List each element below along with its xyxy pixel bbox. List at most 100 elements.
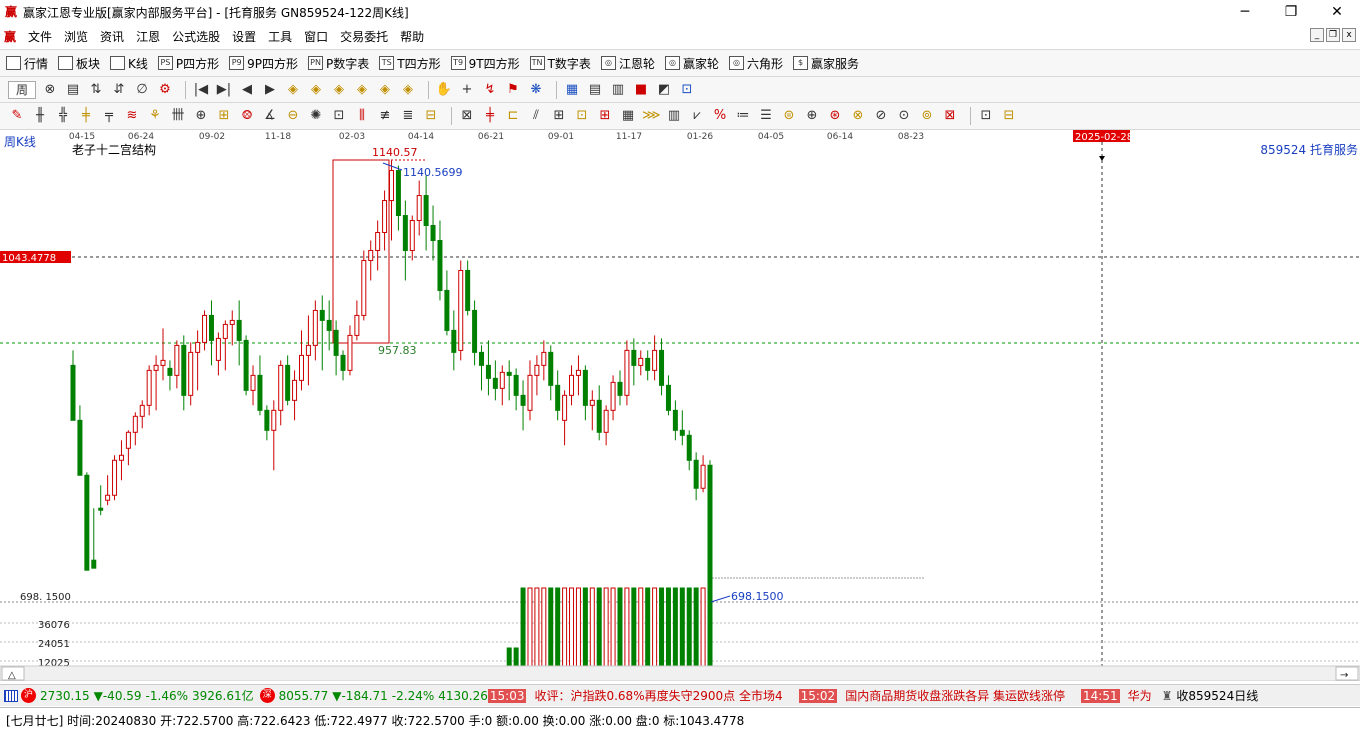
tool-icon-24[interactable]: ■ bbox=[632, 81, 650, 99]
menu-tools[interactable]: 工具 bbox=[262, 28, 298, 45]
sh-badge[interactable]: 沪 bbox=[21, 688, 36, 703]
indicator-icon-14[interactable]: ⊡ bbox=[330, 107, 348, 125]
news-item-3[interactable]: 华为 bbox=[1128, 687, 1152, 704]
indicator-icon-22[interactable]: ⫽ bbox=[527, 107, 545, 125]
indicator-icon-16[interactable]: ≢ bbox=[376, 107, 394, 125]
indicator-icon-27[interactable]: ⋙ bbox=[642, 107, 661, 125]
kline-chart[interactable]: 04-15 06-24 09-02 11-18 02-03 04-14 06-21 09-01… bbox=[0, 130, 1360, 682]
indicator-icon-10[interactable]: ⨷ bbox=[238, 107, 256, 125]
indicator-icon-24[interactable]: ⊡ bbox=[573, 107, 591, 125]
toolbar-item-10[interactable]: ◎ 赢家轮 bbox=[664, 55, 719, 72]
indicator-icon-8[interactable]: ⊕ bbox=[192, 107, 210, 125]
menu-logo-icon[interactable]: 赢 bbox=[4, 28, 16, 45]
menu-window[interactable]: 窗口 bbox=[298, 28, 334, 45]
menu-formula[interactable]: 公式选股 bbox=[166, 28, 226, 45]
menu-settings[interactable]: 设置 bbox=[226, 28, 262, 45]
toolbar-item-4[interactable]: P9 9P四方形 bbox=[229, 55, 298, 72]
mdi-close-button[interactable]: x bbox=[1342, 28, 1356, 42]
indicator-icon-31[interactable]: ≔ bbox=[734, 107, 752, 125]
indicator-icon-18[interactable]: ⊟ bbox=[422, 107, 440, 125]
indicator-icon-12[interactable]: ⊖ bbox=[284, 107, 302, 125]
tool-icon-26[interactable]: ⊡ bbox=[678, 81, 696, 99]
indicator-icon-7[interactable]: 卌 bbox=[169, 107, 187, 125]
tool-icon-16[interactable]: ✋ bbox=[435, 81, 453, 99]
tool-icon-13[interactable]: ◈ bbox=[353, 81, 371, 99]
toolbar-item-7[interactable]: T9 9T四方形 bbox=[450, 55, 520, 72]
indicator-icon-19[interactable]: ⊠ bbox=[458, 107, 476, 125]
toolbar-item-6[interactable]: TS T四方形 bbox=[379, 55, 441, 72]
indicator-icon-41[interactable]: ⊡ bbox=[977, 107, 995, 125]
toolbar-item-9[interactable]: ◎ 江恩轮 bbox=[600, 55, 655, 72]
menu-browse[interactable]: 浏览 bbox=[58, 28, 94, 45]
menu-help[interactable]: 帮助 bbox=[394, 28, 430, 45]
indicator-icon-25[interactable]: ⊞ bbox=[596, 107, 614, 125]
tool-icon-8[interactable]: ◀ bbox=[238, 81, 256, 99]
toolbar-item-3[interactable]: PS P四方形 bbox=[157, 55, 219, 72]
tool-icon-14[interactable]: ◈ bbox=[376, 81, 394, 99]
tool-icon-0[interactable]: ⊗ bbox=[41, 81, 59, 99]
news-item-1[interactable]: 收评：沪指跌0.68%再度失守2900点 全市场4 bbox=[534, 687, 782, 704]
indicator-icon-23[interactable]: ⊞ bbox=[550, 107, 568, 125]
menu-gann[interactable]: 江恩 bbox=[130, 28, 166, 45]
tool-icon-21[interactable]: ▦ bbox=[563, 81, 581, 99]
indicator-icon-36[interactable]: ⊗ bbox=[849, 107, 867, 125]
indicator-icon-4[interactable]: ╤ bbox=[100, 107, 118, 125]
tool-icon-25[interactable]: ◩ bbox=[655, 81, 673, 99]
mdi-restore-button[interactable]: ❐ bbox=[1326, 28, 1340, 42]
indicator-icon-40[interactable]: ⊠ bbox=[941, 107, 959, 125]
menu-info[interactable]: 资讯 bbox=[94, 28, 130, 45]
indicator-icon-2[interactable]: ╬ bbox=[54, 107, 72, 125]
tool-icon-3[interactable]: ⇵ bbox=[110, 81, 128, 99]
tool-icon-23[interactable]: ▥ bbox=[609, 81, 627, 99]
tool-icon-18[interactable]: ↯ bbox=[481, 81, 499, 99]
grid-icon[interactable] bbox=[4, 689, 18, 702]
tool-icon-12[interactable]: ◈ bbox=[330, 81, 348, 99]
menu-trade[interactable]: 交易委托 bbox=[334, 28, 394, 45]
indicator-icon-38[interactable]: ⊙ bbox=[895, 107, 913, 125]
indicator-icon-20[interactable]: ╪ bbox=[481, 107, 499, 125]
toolbar-item-2[interactable]: K线 bbox=[110, 55, 148, 72]
indicator-icon-15[interactable]: ⫼ bbox=[353, 107, 371, 125]
period-select[interactable]: 周 bbox=[8, 81, 36, 99]
tool-icon-19[interactable]: ⚑ bbox=[504, 81, 522, 99]
toolbar-item-5[interactable]: PN P数字表 bbox=[308, 55, 369, 72]
indicator-icon-42[interactable]: ⊟ bbox=[1000, 107, 1018, 125]
indicator-icon-37[interactable]: ⊘ bbox=[872, 107, 890, 125]
toolbar-item-1[interactable]: 板块 bbox=[58, 55, 100, 72]
tool-icon-6[interactable]: |◀ bbox=[192, 81, 210, 99]
alarm-icon[interactable]: ♜ bbox=[1162, 689, 1173, 703]
tool-icon-9[interactable]: ▶ bbox=[261, 81, 279, 99]
indicator-icon-1[interactable]: ╫ bbox=[31, 107, 49, 125]
menu-file[interactable]: 文件 bbox=[22, 28, 58, 45]
indicator-icon-0[interactable]: ✎ bbox=[8, 107, 26, 125]
indicator-icon-17[interactable]: ≣ bbox=[399, 107, 417, 125]
tool-icon-10[interactable]: ◈ bbox=[284, 81, 302, 99]
tool-icon-22[interactable]: ▤ bbox=[586, 81, 604, 99]
toolbar-item-0[interactable]: 行情 bbox=[6, 55, 48, 72]
minimize-button[interactable]: ─ bbox=[1222, 0, 1268, 24]
indicator-icon-21[interactable]: ⊏ bbox=[504, 107, 522, 125]
news-item-2[interactable]: 国内商品期货收盘涨跌各异 集运欧线涨停 bbox=[845, 687, 1065, 704]
indicator-icon-28[interactable]: ▥ bbox=[665, 107, 683, 125]
indicator-icon-11[interactable]: ∡ bbox=[261, 107, 279, 125]
close-button[interactable]: ✕ bbox=[1314, 0, 1360, 24]
chart-canvas[interactable]: 04-15 06-24 09-02 11-18 02-03 04-14 06-21 09-01… bbox=[0, 130, 1360, 682]
indicator-icon-34[interactable]: ⊕ bbox=[803, 107, 821, 125]
indicator-icon-30[interactable]: % bbox=[711, 107, 729, 125]
toolbar-item-12[interactable]: $ 赢家服务 bbox=[792, 55, 859, 72]
indicator-icon-3[interactable]: ╪ bbox=[77, 107, 95, 125]
tool-icon-4[interactable]: ∅ bbox=[133, 81, 151, 99]
tool-icon-1[interactable]: ▤ bbox=[64, 81, 82, 99]
tool-icon-5[interactable]: ⚙ bbox=[156, 81, 174, 99]
indicator-icon-26[interactable]: ▦ bbox=[619, 107, 637, 125]
toolbar-item-8[interactable]: TN T数字表 bbox=[529, 55, 591, 72]
tool-icon-2[interactable]: ⇅ bbox=[87, 81, 105, 99]
indicator-icon-39[interactable]: ⊚ bbox=[918, 107, 936, 125]
sz-badge[interactable]: 深 bbox=[259, 688, 275, 703]
indicator-icon-35[interactable]: ⊛ bbox=[826, 107, 844, 125]
indicator-icon-29[interactable]: ⩗ bbox=[688, 107, 706, 125]
indicator-icon-33[interactable]: ⊜ bbox=[780, 107, 798, 125]
toolbar-item-11[interactable]: ◎ 六角形 bbox=[728, 55, 783, 72]
tool-icon-20[interactable]: ❋ bbox=[527, 81, 545, 99]
tool-icon-11[interactable]: ◈ bbox=[307, 81, 325, 99]
